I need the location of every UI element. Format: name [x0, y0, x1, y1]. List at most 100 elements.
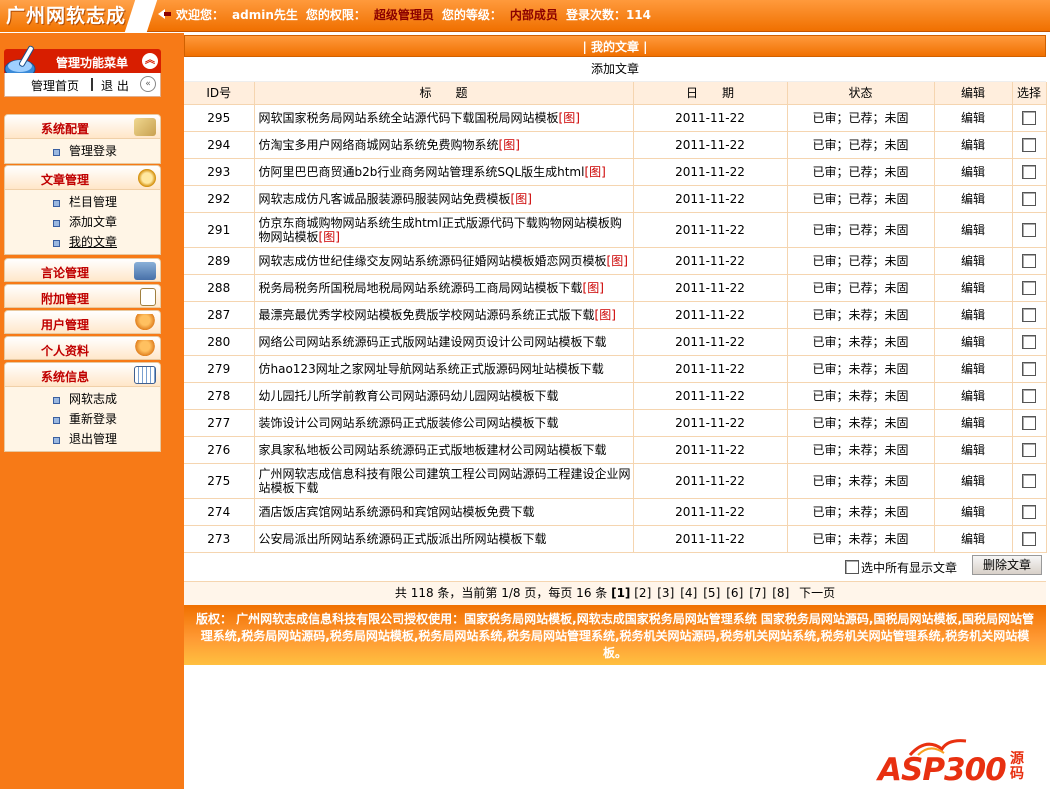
article-title[interactable]: 家具家私地板公司网站系统源码正式版地板建材公司网站模板下载	[254, 436, 634, 464]
row-checkbox[interactable]	[1022, 222, 1036, 237]
row-select[interactable]	[1012, 463, 1047, 499]
row-select[interactable]	[1012, 498, 1047, 526]
edit-link[interactable]: 编辑	[934, 463, 1013, 499]
page-next-link[interactable]: 下一页	[799, 586, 835, 600]
row-select[interactable]	[1012, 158, 1047, 186]
article-title[interactable]: 广州网软志成信息科技有限公司建筑工程公司网站源码工程建设企业网站模板下载	[254, 463, 634, 499]
edit-link[interactable]: 编辑	[934, 382, 1013, 410]
row-checkbox[interactable]	[1022, 191, 1036, 206]
page-link[interactable]: [3]	[657, 586, 674, 600]
menu-item-exit-admin[interactable]: 退出管理	[5, 429, 160, 449]
edit-link[interactable]: 编辑	[934, 158, 1013, 186]
edit-link[interactable]: 编辑	[934, 212, 1013, 248]
section-header[interactable]: 用户管理	[5, 311, 160, 333]
delete-articles-button[interactable]: 删除文章	[972, 554, 1042, 575]
title-text[interactable]: 仿淘宝多用户网络商城网站系统免费购物系统	[259, 138, 499, 152]
row-checkbox[interactable]	[1022, 415, 1036, 430]
article-title[interactable]: 公安局派出所网站系统源码正式版派出所网站模板下载	[254, 525, 634, 553]
menu-item-column-manage[interactable]: 栏目管理	[5, 192, 160, 212]
article-title[interactable]: 装饰设计公司网站系统源码正式版装修公司网站模板下载	[254, 409, 634, 437]
double-chevron-left-icon[interactable]: «	[140, 76, 156, 92]
title-text[interactable]: 网络公司网站系统源码正式版网站建设网页设计公司网站模板下载	[259, 335, 607, 349]
edit-link[interactable]: 编辑	[934, 274, 1013, 302]
edit-link[interactable]: 编辑	[934, 525, 1013, 553]
edit-link[interactable]: 编辑	[934, 131, 1013, 159]
row-select[interactable]	[1012, 131, 1047, 159]
section-header[interactable]: 个人资料	[5, 337, 160, 359]
page-link[interactable]: [5]	[703, 586, 720, 600]
edit-link[interactable]: 编辑	[934, 498, 1013, 526]
row-select[interactable]	[1012, 328, 1047, 356]
menu-item-admin-login[interactable]: 管理登录	[5, 141, 160, 161]
select-all-checkbox[interactable]	[845, 560, 859, 574]
edit-link[interactable]: 编辑	[934, 436, 1013, 464]
row-select[interactable]	[1012, 104, 1047, 132]
article-title[interactable]: 最漂亮最优秀学校网站模板免费版学校网站源码系统正式版下载[图]	[254, 301, 634, 329]
row-select[interactable]	[1012, 409, 1047, 437]
row-checkbox[interactable]	[1022, 531, 1036, 546]
row-checkbox[interactable]	[1022, 473, 1036, 488]
row-select[interactable]	[1012, 525, 1047, 553]
title-text[interactable]: 税务局税务所国税局地税局网站系统源码工商局网站模板下载	[259, 281, 583, 295]
section-header[interactable]: 文章管理	[5, 166, 160, 190]
row-checkbox[interactable]	[1022, 504, 1036, 519]
menu-item-relogin[interactable]: 重新登录	[5, 409, 160, 429]
article-title[interactable]: 酒店饭店宾馆网站系统源码和宾馆网站模板免费下载	[254, 498, 634, 526]
row-checkbox[interactable]	[1022, 164, 1036, 179]
article-title[interactable]: 网络公司网站系统源码正式版网站建设网页设计公司网站模板下载	[254, 328, 634, 356]
edit-link[interactable]: 编辑	[934, 301, 1013, 329]
menu-item-wangruan[interactable]: 网软志成	[5, 389, 160, 409]
row-checkbox[interactable]	[1022, 110, 1036, 125]
page-link[interactable]: [2]	[634, 586, 651, 600]
row-checkbox[interactable]	[1022, 361, 1036, 376]
title-text[interactable]: 最漂亮最优秀学校网站模板免费版学校网站源码系统正式版下载	[259, 308, 595, 322]
row-checkbox[interactable]	[1022, 442, 1036, 457]
page-link[interactable]: [4]	[680, 586, 697, 600]
title-text[interactable]: 仿京东商城购物网站系统生成html正式版源代码下载购物网站模板购物网站模板	[259, 216, 622, 244]
row-checkbox[interactable]	[1022, 388, 1036, 403]
article-title[interactable]: 仿淘宝多用户网络商城网站系统免费购物系统[图]	[254, 131, 634, 159]
article-title[interactable]: 网软志成仿凡客诚品服装源码服装网站免费模板[图]	[254, 185, 634, 213]
admin-home-link[interactable]: 管理首页	[31, 77, 79, 94]
section-header[interactable]: 系统配置	[5, 115, 160, 139]
row-select[interactable]	[1012, 355, 1047, 383]
article-title[interactable]: 幼儿园托儿所学前教育公司网站源码幼儿园网站模板下载	[254, 382, 634, 410]
article-title[interactable]: 仿阿里巴巴商贸通b2b行业商务网站管理系统SQL版生成html[图]	[254, 158, 634, 186]
title-text[interactable]: 家具家私地板公司网站系统源码正式版地板建材公司网站模板下载	[259, 443, 607, 457]
menu-item-my-articles[interactable]: 我的文章	[5, 232, 160, 252]
logout-link[interactable]: 退 出	[101, 77, 129, 94]
edit-link[interactable]: 编辑	[934, 104, 1013, 132]
edit-link[interactable]: 编辑	[934, 185, 1013, 213]
edit-link[interactable]: 编辑	[934, 328, 1013, 356]
title-text[interactable]: 仿hao123网址之家网址导航网站系统正式版源码网址站模板下载	[259, 362, 604, 376]
article-title[interactable]: 网软志成仿世纪佳缘交友网站系统源码征婚网站模板婚恋网页模板[图]	[254, 247, 634, 275]
row-checkbox[interactable]	[1022, 334, 1036, 349]
edit-link[interactable]: 编辑	[934, 409, 1013, 437]
title-text[interactable]: 网软志成仿世纪佳缘交友网站系统源码征婚网站模板婚恋网页模板	[259, 254, 607, 268]
title-text[interactable]: 幼儿园托儿所学前教育公司网站源码幼儿园网站模板下载	[259, 389, 559, 403]
row-checkbox[interactable]	[1022, 137, 1036, 152]
section-header[interactable]: 系统信息	[5, 363, 160, 387]
edit-link[interactable]: 编辑	[934, 355, 1013, 383]
row-select[interactable]	[1012, 301, 1047, 329]
select-all-control[interactable]: 选中所有显示文章	[845, 559, 957, 576]
row-select[interactable]	[1012, 247, 1047, 275]
menu-item-add-article[interactable]: 添加文章	[5, 212, 160, 232]
page-link[interactable]: [6]	[726, 586, 743, 600]
article-title[interactable]: 仿hao123网址之家网址导航网站系统正式版源码网址站模板下载	[254, 355, 634, 383]
page-link[interactable]: [8]	[772, 586, 789, 600]
section-header[interactable]: 附加管理	[5, 285, 160, 307]
article-title[interactable]: 网软国家税务局网站系统全站源代码下载国税局网站模板[图]	[254, 104, 634, 132]
row-select[interactable]	[1012, 382, 1047, 410]
title-text[interactable]: 酒店饭店宾馆网站系统源码和宾馆网站模板免费下载	[259, 505, 535, 519]
title-text[interactable]: 仿阿里巴巴商贸通b2b行业商务网站管理系统SQL版生成html	[259, 165, 585, 179]
collapse-icon[interactable]: ︽	[142, 53, 158, 69]
row-select[interactable]	[1012, 274, 1047, 302]
title-text[interactable]: 广州网软志成信息科技有限公司建筑工程公司网站源码工程建设企业网站模板下载	[259, 467, 631, 495]
page-link[interactable]: [7]	[749, 586, 766, 600]
back-arrow-icon[interactable]	[158, 8, 172, 20]
title-text[interactable]: 公安局派出所网站系统源码正式版派出所网站模板下载	[259, 532, 547, 546]
title-text[interactable]: 网软志成仿凡客诚品服装源码服装网站免费模板	[259, 192, 511, 206]
article-title[interactable]: 税务局税务所国税局地税局网站系统源码工商局网站模板下载[图]	[254, 274, 634, 302]
section-header[interactable]: 言论管理	[5, 259, 160, 281]
